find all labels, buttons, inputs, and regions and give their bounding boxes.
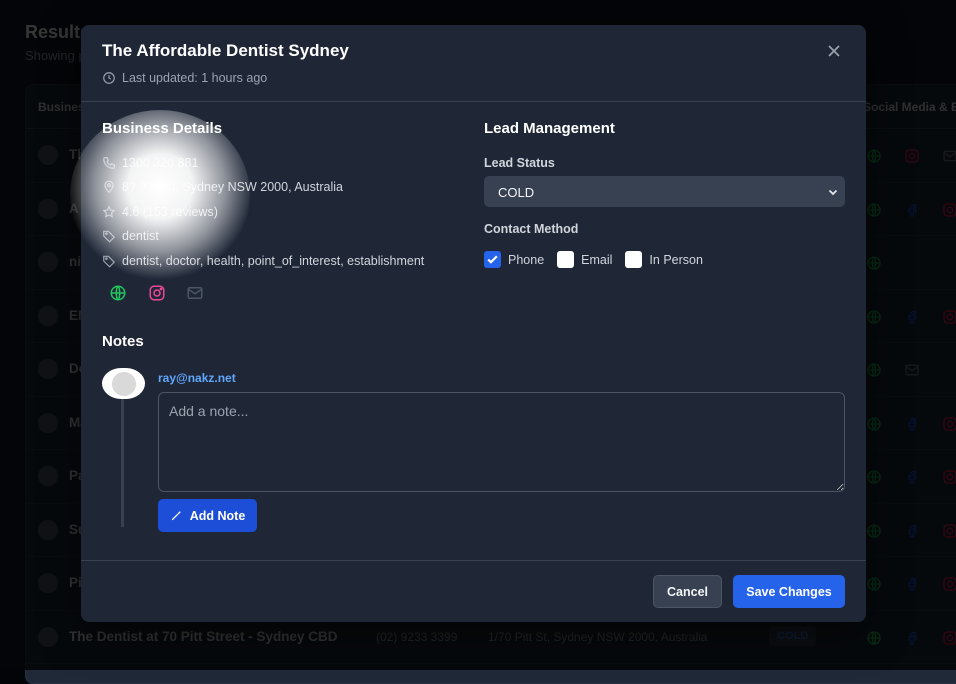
last-updated-text: Last updated: 1 hours ago — [122, 71, 267, 85]
phone-checkbox-label[interactable]: Phone — [508, 253, 544, 267]
phone-icon — [102, 156, 116, 170]
lead-status-select[interactable]: COLD — [484, 176, 845, 207]
rating: 4.6 (153 reviews) — [122, 205, 218, 219]
in-person-checkbox-label[interactable]: In Person — [649, 253, 703, 267]
business-types: dentist, doctor, health, point_of_intere… — [122, 254, 424, 268]
header-divider — [81, 101, 866, 102]
mail-icon[interactable] — [186, 284, 204, 302]
add-note-label: Add Note — [190, 509, 246, 523]
note-author: ray@nakz.net — [158, 371, 236, 385]
avatar-face-icon — [112, 372, 136, 396]
in-person-checkbox[interactable] — [625, 251, 642, 268]
contact-method-label: Contact Method — [484, 222, 578, 236]
business-detail-modal: The Affordable Dentist Sydney Last updat… — [81, 25, 866, 622]
contact-methods: Phone Email In Person — [484, 251, 716, 268]
business-details-heading: Business Details — [102, 120, 222, 137]
avatar — [102, 368, 145, 399]
email-checkbox-label[interactable]: Email — [581, 253, 612, 267]
detail-rating: 4.6 (153 reviews) — [102, 205, 218, 219]
notes-thread-line — [121, 399, 124, 527]
footer-divider — [81, 560, 866, 561]
note-input[interactable] — [158, 392, 845, 492]
cancel-button[interactable]: Cancel — [653, 575, 722, 608]
email-checkbox[interactable] — [557, 251, 574, 268]
lead-status-value: COLD — [498, 185, 534, 200]
star-icon — [102, 205, 116, 219]
chevron-down-icon — [827, 186, 839, 198]
globe-icon[interactable] — [109, 284, 127, 302]
check-icon — [486, 253, 499, 266]
address: 8? ??? St, Sydney NSW 2000, Australia — [122, 180, 343, 194]
tag-icon — [102, 229, 116, 243]
detail-types: dentist, doctor, health, point_of_intere… — [102, 254, 424, 268]
save-changes-button[interactable]: Save Changes — [733, 575, 845, 608]
last-updated: Last updated: 1 hours ago — [102, 71, 267, 85]
instagram-icon[interactable] — [148, 284, 166, 302]
detail-primary-type: dentist — [102, 229, 159, 243]
lead-status-label: Lead Status — [484, 156, 555, 170]
phone-number[interactable]: 1300 320 881 — [122, 156, 198, 170]
clock-icon — [102, 71, 116, 85]
phone-checkbox[interactable] — [484, 251, 501, 268]
add-note-button[interactable]: Add Note — [158, 499, 257, 532]
detail-address: 8? ??? St, Sydney NSW 2000, Australia — [102, 180, 343, 194]
detail-phone: 1300 320 881 — [102, 156, 198, 170]
tag-icon — [102, 254, 116, 268]
notes-heading: Notes — [102, 333, 144, 350]
map-pin-icon — [102, 180, 116, 194]
modal-title: The Affordable Dentist Sydney — [102, 41, 349, 61]
pencil-icon — [170, 509, 183, 522]
primary-type: dentist — [122, 229, 159, 243]
close-icon[interactable] — [824, 41, 844, 61]
lead-management-heading: Lead Management — [484, 120, 615, 137]
